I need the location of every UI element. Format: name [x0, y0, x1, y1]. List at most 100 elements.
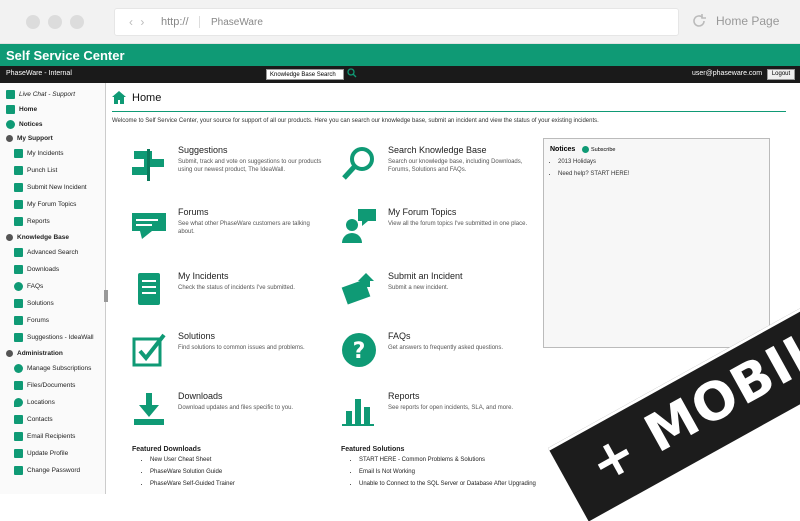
tile-my-forum-topics[interactable]: My Forum Topics View all the forum topic…	[340, 207, 540, 257]
sidebar-item-home[interactable]: Home	[6, 102, 37, 116]
tile-submit-incident[interactable]: Submit an Incident Submit a new incident…	[340, 271, 540, 321]
bar-chart-icon	[342, 399, 374, 426]
sidebar-splitter[interactable]	[104, 290, 108, 302]
collapse-icon	[6, 134, 13, 142]
notice-item[interactable]: Need help? START HERE!	[558, 171, 629, 177]
featured-solutions: Featured Solutions START HERE - Common P…	[341, 446, 536, 493]
back-forward-icon[interactable]: ‹ ›	[129, 15, 146, 29]
kb-search-input[interactable]: Knowledge Base Search	[266, 69, 344, 80]
tile-my-incidents[interactable]: My Incidents Check the status of inciden…	[130, 271, 330, 321]
profile-icon	[14, 448, 23, 458]
featured-solutions-title: Featured Solutions	[341, 446, 405, 453]
organization-label: PhaseWare - Internal	[6, 70, 72, 77]
home-icon	[6, 104, 15, 114]
submit-icon	[14, 182, 23, 192]
document-icon	[138, 273, 160, 305]
tile-downloads[interactable]: Downloads Download updates and files spe…	[130, 391, 330, 441]
tile-solutions[interactable]: Solutions Find solutions to common issue…	[130, 331, 330, 381]
sidebar-section-knowledge-base[interactable]: Knowledge Base	[6, 230, 69, 244]
page-title: Home	[112, 91, 161, 104]
window-minimize-dot[interactable]	[48, 15, 62, 29]
app-title-bar: Self Service Center	[0, 44, 800, 66]
url-host: PhaseWare	[211, 17, 263, 28]
download-icon	[14, 264, 23, 274]
incidents-icon	[14, 148, 23, 158]
sidebar-item-punch-list[interactable]: Punch List	[14, 163, 57, 177]
sidebar-item-files-documents[interactable]: Files/Documents	[14, 378, 75, 392]
download-icon	[134, 393, 164, 425]
search-icon[interactable]	[347, 68, 357, 78]
sidebar-item-live-chat[interactable]: Live Chat - Support	[6, 87, 75, 101]
sidebar-item-notices[interactable]: Notices	[6, 117, 42, 131]
reload-icon[interactable]	[690, 12, 708, 30]
notices-panel: Notices Subscribe 2013 Holidays Need hel…	[543, 138, 770, 348]
location-pin-icon	[14, 397, 23, 407]
collapse-icon	[6, 233, 13, 241]
files-icon	[14, 380, 23, 390]
chat-icon	[6, 89, 15, 99]
sidebar-item-manage-subscriptions[interactable]: Manage Subscriptions	[14, 361, 91, 375]
featured-download-link[interactable]: PhaseWare Solution Guide	[150, 469, 235, 475]
subscriptions-icon	[14, 363, 23, 373]
notice-item[interactable]: 2013 Holidays	[558, 159, 629, 165]
featured-solution-link[interactable]: START HERE - Common Problems & Solutions	[359, 457, 536, 463]
title-divider	[112, 111, 786, 112]
sidebar-item-reports[interactable]: Reports	[14, 214, 50, 228]
window-maximize-dot[interactable]	[70, 15, 84, 29]
sidebar-item-suggestions[interactable]: Suggestions - IdeaWall	[14, 330, 94, 344]
checkbox-icon	[14, 298, 23, 308]
sidebar-item-contacts[interactable]: Contacts	[14, 412, 53, 426]
welcome-text: Welcome to Self Service Center, your sou…	[112, 118, 599, 124]
sidebar-section-my-support[interactable]: My Support	[6, 131, 53, 145]
top-navigation-bar: PhaseWare - Internal Knowledge Base Sear…	[0, 66, 800, 83]
person-chat-icon	[342, 209, 376, 243]
user-email[interactable]: user@phaseware.com	[692, 70, 762, 77]
submit-ticket-icon	[341, 273, 374, 305]
tile-suggestions[interactable]: Suggestions Submit, track and vote on su…	[130, 145, 330, 195]
sidebar-item-change-password[interactable]: Change Password	[14, 463, 80, 477]
sidebar-item-solutions[interactable]: Solutions	[14, 296, 54, 310]
forum-topics-icon	[14, 199, 23, 209]
notices-title: Notices	[550, 146, 576, 153]
featured-solution-link[interactable]: Email Is Not Working	[359, 469, 536, 475]
svg-text:?: ?	[353, 339, 366, 364]
sidebar-item-advanced-search[interactable]: Advanced Search	[14, 245, 78, 259]
speech-bubble-icon	[132, 213, 166, 239]
home-icon	[112, 91, 126, 104]
sidebar-item-submit-incident[interactable]: Submit New Incident	[14, 180, 87, 194]
tile-search-knowledge-base[interactable]: Search Knowledge Base Search our knowled…	[340, 145, 540, 195]
ideawall-icon	[14, 332, 23, 342]
sidebar-item-email-recipients[interactable]: Email Recipients	[14, 429, 75, 443]
tile-forums[interactable]: Forums See what other PhaseWare customer…	[130, 207, 330, 257]
sidebar-item-downloads[interactable]: Downloads	[14, 262, 59, 276]
question-icon: ?	[342, 333, 376, 367]
address-bar[interactable]: ‹ › http:// PhaseWare	[114, 8, 679, 36]
key-icon	[14, 465, 23, 475]
checkbox-icon	[132, 333, 166, 367]
tile-reports[interactable]: Reports See reports for open incidents, …	[340, 391, 540, 441]
sidebar: Live Chat - Support Home Notices My Supp…	[0, 83, 106, 494]
subscribe-link[interactable]: Subscribe	[582, 146, 615, 153]
url-protocol: http://	[161, 16, 200, 28]
contacts-icon	[14, 414, 23, 424]
collapse-icon	[6, 349, 13, 357]
sidebar-item-forums[interactable]: Forums	[14, 313, 49, 327]
featured-solution-link[interactable]: Unable to Connect to the SQL Server or D…	[359, 481, 536, 487]
window-close-dot[interactable]	[26, 15, 40, 29]
sidebar-item-my-forum-topics[interactable]: My Forum Topics	[14, 197, 76, 211]
home-page-link[interactable]: Home Page	[716, 14, 779, 28]
signpost-icon	[132, 149, 164, 181]
sidebar-item-locations[interactable]: Locations	[14, 395, 55, 409]
featured-download-link[interactable]: New User Cheat Sheet	[150, 457, 235, 463]
sidebar-section-administration[interactable]: Administration	[6, 346, 63, 360]
tile-faqs[interactable]: ? FAQs Get answers to frequently asked q…	[340, 331, 540, 381]
search-icon	[14, 247, 23, 257]
magnifier-icon	[342, 147, 374, 180]
notices-list: 2013 Holidays Need help? START HERE!	[558, 159, 629, 183]
logout-button[interactable]: Logout	[767, 69, 795, 80]
sidebar-item-my-incidents[interactable]: My Incidents	[14, 146, 64, 160]
featured-download-link[interactable]: PhaseWare Self-Guided Trainer	[150, 481, 235, 487]
email-icon	[14, 431, 23, 441]
sidebar-item-update-profile[interactable]: Update Profile	[14, 446, 68, 460]
sidebar-item-faqs[interactable]: FAQs	[14, 279, 43, 293]
